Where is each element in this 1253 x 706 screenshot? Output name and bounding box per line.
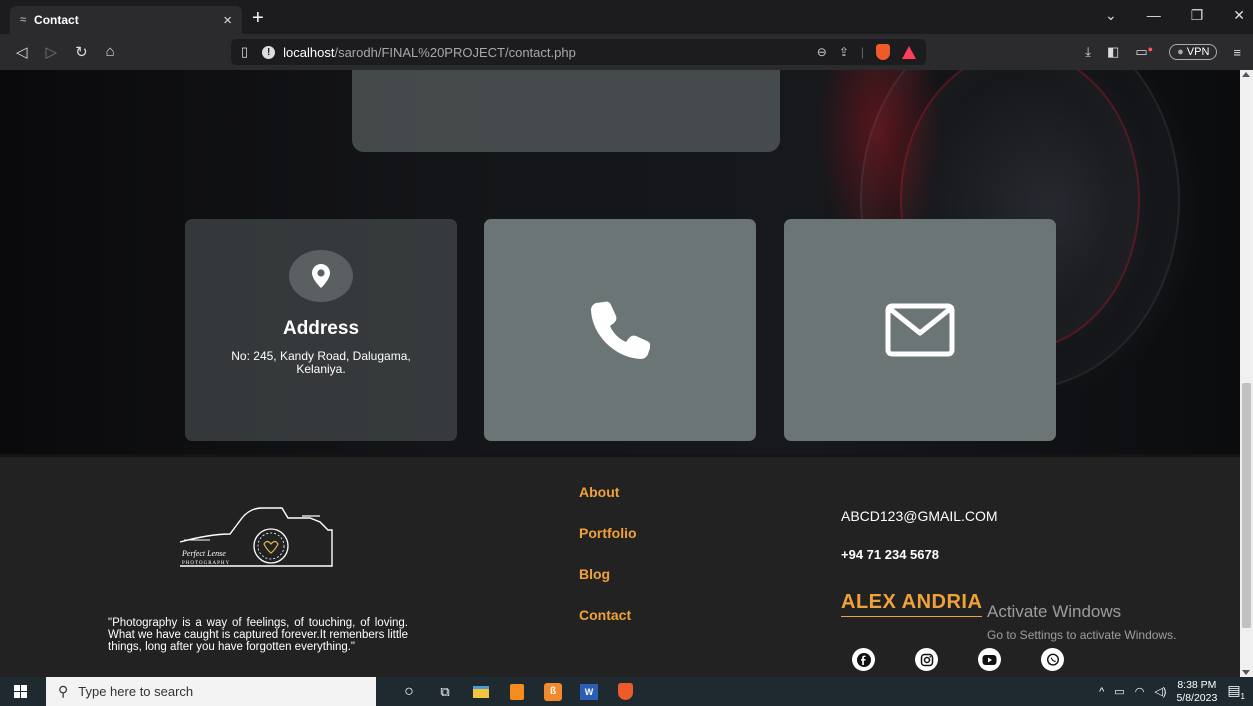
- logo-script-text: Perfect Lense: [181, 549, 226, 558]
- footer-phone: +94 71 234 5678: [841, 547, 939, 562]
- taskbar-search-placeholder: Type here to search: [78, 684, 194, 699]
- social-links: [852, 648, 1064, 671]
- url-host: localhost: [283, 44, 335, 60]
- start-button[interactable]: [6, 677, 34, 706]
- bookmark-icon[interactable]: ▯: [241, 44, 248, 60]
- windows-taskbar: ⚲ Type here to search ○ ⧉ ß W ^ ▭ ◠ ◁) 8…: [0, 677, 1253, 706]
- tray-chevron-icon[interactable]: ^: [1099, 686, 1104, 698]
- menu-icon[interactable]: ≡: [1233, 45, 1241, 60]
- footer-link-portfolio[interactable]: Portfolio: [579, 525, 637, 543]
- brave-rewards-icon[interactable]: [902, 45, 916, 59]
- page-viewport: Address No: 245, Kandy Road, Dalugama, K…: [0, 70, 1253, 677]
- location-pin-icon: [289, 250, 353, 302]
- address-card: Address No: 245, Kandy Road, Dalugama, K…: [185, 219, 457, 441]
- tab-contact[interactable]: ≈ Contact ×: [10, 6, 242, 34]
- wifi-icon[interactable]: ◠: [1135, 685, 1145, 698]
- window-controls: ⌄ — ❐ ✕: [1105, 7, 1245, 24]
- notification-count: 1: [1240, 691, 1245, 701]
- tab-close-icon[interactable]: ×: [223, 12, 232, 29]
- scroll-thumb[interactable]: [1242, 383, 1251, 628]
- activate-title: Activate Windows: [987, 602, 1122, 621]
- screen: ≈ Contact × + ⌄ — ❐ ✕ ◁ ▷ ↻ ⌂ ▯ ! localh…: [0, 0, 1253, 706]
- cortana-icon[interactable]: ○: [398, 681, 420, 703]
- hero-background: Address No: 245, Kandy Road, Dalugama, K…: [0, 70, 1240, 454]
- activate-subtitle: Go to Settings to activate Windows.: [987, 628, 1177, 642]
- close-icon[interactable]: ✕: [1233, 7, 1245, 24]
- url-path: /sarodh/FINAL%20PROJECT/contact.php: [334, 44, 576, 60]
- search-icon: ⚲: [58, 683, 69, 699]
- nav-buttons: ◁ ▷ ↻ ⌂: [16, 43, 231, 61]
- address-bar[interactable]: ▯ ! localhost/sarodh/FINAL%20PROJECT/con…: [231, 39, 926, 65]
- word-icon[interactable]: W: [578, 681, 600, 703]
- logo-sub-text: PHOTOGRAPHY: [182, 561, 230, 566]
- footer-divider: [0, 454, 1240, 457]
- footer-quote: "Photography is a way of feelings, of to…: [108, 617, 408, 653]
- restore-icon[interactable]: ❐: [1191, 7, 1204, 24]
- footer-link-blog[interactable]: Blog: [579, 566, 637, 584]
- perfect-lense-logo: Perfect Lense PHOTOGRAPHY: [179, 507, 333, 567]
- brave-shields-icon[interactable]: [876, 44, 890, 60]
- phone-card: [484, 219, 756, 441]
- footer-link-about[interactable]: About: [579, 484, 637, 502]
- tab-favicon-icon: ≈: [20, 14, 27, 26]
- share-icon[interactable]: ⇪: [839, 45, 849, 59]
- facebook-icon[interactable]: [852, 648, 875, 671]
- sublime-text-icon[interactable]: [506, 681, 528, 703]
- browser-tab-bar: ≈ Contact × + ⌄ — ❐ ✕: [0, 0, 1253, 34]
- xampp-icon[interactable]: ß: [542, 681, 564, 703]
- toolbar-right: ⤓ ◧ ▭● ● VPN ≡: [1085, 44, 1241, 60]
- sidebar-icon[interactable]: ◧: [1107, 44, 1119, 60]
- clock-time: 8:38 PM: [1177, 678, 1217, 691]
- notification-icon[interactable]: ▤1: [1227, 682, 1245, 701]
- contact-form-card: [352, 70, 780, 152]
- youtube-icon[interactable]: [978, 648, 1001, 671]
- taskbar-clock[interactable]: 8:38 PM 5/8/2023: [1176, 679, 1217, 705]
- site-info-icon[interactable]: !: [262, 45, 276, 59]
- tab-list-chevron-icon[interactable]: ⌄: [1105, 7, 1117, 24]
- new-tab-button[interactable]: +: [252, 7, 264, 30]
- network-icon[interactable]: ▭: [1114, 685, 1124, 698]
- scroll-up-icon[interactable]: [1242, 72, 1250, 77]
- url-tools: ⊖ ⇪ |: [817, 44, 916, 60]
- minimize-icon[interactable]: —: [1147, 7, 1161, 24]
- windows-logo-icon: [13, 685, 27, 698]
- footer-link-contact[interactable]: Contact: [579, 607, 637, 625]
- clock-date: 5/8/2023: [1176, 691, 1218, 704]
- email-card: [784, 219, 1056, 441]
- address-title: Address: [282, 318, 360, 339]
- back-icon[interactable]: ◁: [16, 43, 28, 61]
- page-scrollbar[interactable]: [1240, 70, 1253, 677]
- taskbar-search[interactable]: ⚲ Type here to search: [46, 677, 376, 706]
- envelope-icon: [885, 303, 955, 357]
- volume-icon[interactable]: ◁): [1154, 685, 1166, 698]
- file-explorer-icon[interactable]: [470, 681, 492, 703]
- brave-browser-icon[interactable]: [614, 681, 636, 703]
- task-view-icon[interactable]: ⧉: [434, 681, 456, 703]
- whatsapp-icon[interactable]: [1041, 648, 1064, 671]
- vpn-button[interactable]: ● VPN: [1169, 44, 1218, 60]
- footer: Perfect Lense PHOTOGRAPHY "Photography i…: [0, 454, 1240, 677]
- taskbar-apps: ○ ⧉ ß W: [398, 681, 636, 703]
- forward-icon[interactable]: ▷: [46, 43, 58, 61]
- zoom-icon[interactable]: ⊖: [817, 45, 827, 59]
- footer-email: ABCD123@GMAIL.COM: [841, 508, 998, 524]
- scroll-down-icon[interactable]: [1242, 670, 1250, 675]
- footer-nav: About Portfolio Blog Contact: [579, 484, 637, 625]
- activate-windows-watermark: Activate Windows Go to Settings to activ…: [987, 602, 1176, 642]
- wallet-icon[interactable]: ▭●: [1135, 44, 1153, 60]
- address-text: No: 245, Kandy Road, Dalugama, Kelaniya.: [231, 349, 411, 376]
- system-tray: ^ ▭ ◠ ◁) 8:38 PM 5/8/2023 ▤1: [1099, 679, 1245, 705]
- home-icon[interactable]: ⌂: [106, 43, 115, 61]
- instagram-icon[interactable]: [915, 648, 938, 671]
- footer-brand: ALEX ANDRIA: [841, 591, 983, 617]
- downloads-icon[interactable]: ⤓: [1085, 44, 1091, 60]
- phone-icon: [591, 301, 650, 359]
- browser-toolbar: ◁ ▷ ↻ ⌂ ▯ ! localhost/sarodh/FINAL%20PRO…: [0, 34, 1253, 70]
- reload-icon[interactable]: ↻: [75, 43, 88, 61]
- tab-title: Contact: [34, 13, 79, 27]
